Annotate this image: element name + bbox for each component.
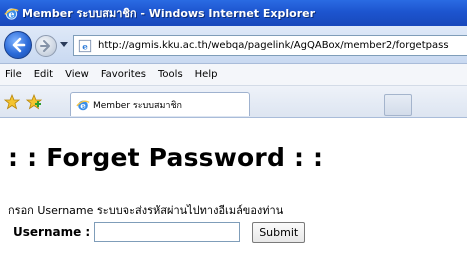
window-titlebar: e Member ระบบสมาชิก - Windows Internet E… xyxy=(0,0,467,26)
page-icon: e xyxy=(77,38,93,54)
menu-help[interactable]: Help xyxy=(195,69,218,80)
menu-file[interactable]: File xyxy=(5,69,22,80)
page-title: : : Forget Password : : xyxy=(8,143,324,172)
submit-button[interactable]: Submit xyxy=(252,221,306,243)
window-title: Member ระบบสมาชิก - Windows Internet Exp… xyxy=(22,7,316,20)
back-button[interactable] xyxy=(4,31,32,59)
add-favorite-button[interactable] xyxy=(25,93,43,110)
username-form: Username : Submit xyxy=(13,221,306,243)
star-icon xyxy=(3,93,21,110)
forward-arrow-icon xyxy=(40,40,50,52)
back-arrow-icon xyxy=(12,37,26,53)
instruction-text: กรอก Username ระบบจะส่งรหัสผ่านไปทางอีเม… xyxy=(8,204,284,217)
favorites-button[interactable] xyxy=(3,93,21,110)
svg-text:e: e xyxy=(82,42,88,52)
menu-favorites[interactable]: Favorites xyxy=(101,69,146,80)
address-url: http://agmis.kku.ac.th/webqa/pagelink/Ag… xyxy=(98,40,449,51)
tab-member[interactable]: e Member ระบบสมาชิก xyxy=(70,92,250,116)
address-bar[interactable]: e http://agmis.kku.ac.th/webqa/pagelink/… xyxy=(73,35,467,56)
recent-pages-dropdown[interactable] xyxy=(59,40,68,50)
navigation-bar: e http://agmis.kku.ac.th/webqa/pagelink/… xyxy=(0,26,467,64)
forward-button[interactable] xyxy=(35,35,57,57)
chevron-down-icon xyxy=(59,42,68,47)
new-tab-button[interactable] xyxy=(384,94,412,116)
menu-tools[interactable]: Tools xyxy=(158,69,183,80)
menu-view[interactable]: View xyxy=(65,69,89,80)
menu-bar: File Edit View Favorites Tools Help xyxy=(0,64,467,86)
page-content: : : Forget Password : : กรอก Username ระ… xyxy=(0,119,467,278)
username-label: Username : xyxy=(13,225,91,239)
tab-label: Member ระบบสมาชิก xyxy=(93,100,183,111)
ie-icon: e xyxy=(3,5,19,21)
menu-edit[interactable]: Edit xyxy=(34,69,53,80)
ie-icon: e xyxy=(76,98,90,112)
add-favorite-icon xyxy=(25,93,43,110)
username-input[interactable] xyxy=(94,222,241,242)
tab-bar: e Member ระบบสมาชิก xyxy=(0,86,467,118)
